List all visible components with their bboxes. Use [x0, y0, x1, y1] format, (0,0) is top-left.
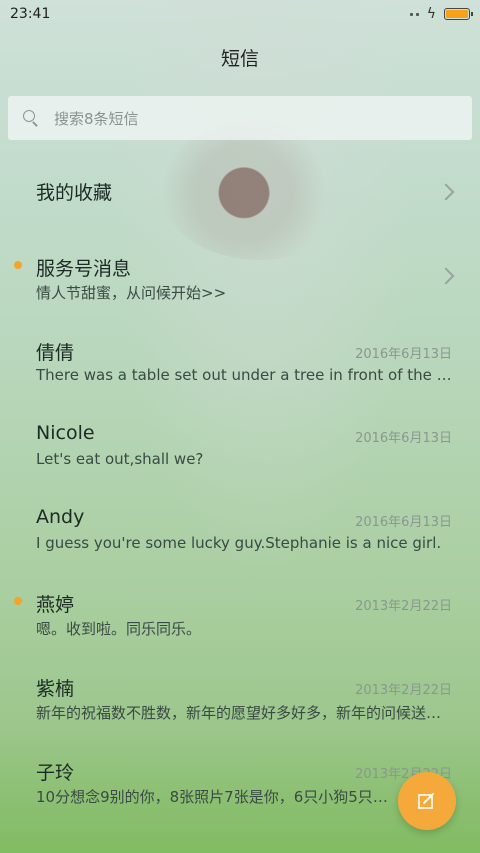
chevron-right-icon — [437, 183, 455, 201]
conversation-preview: Let's eat out,shall we? — [36, 450, 204, 468]
conversation-date: 2013年2月22日 — [355, 599, 452, 614]
status-icons: ϟ — [409, 6, 473, 22]
search-input[interactable]: 搜索8条短信 — [8, 96, 472, 140]
conversation-title: 燕婷 — [36, 594, 75, 616]
conversation-list: 我的收藏 服务号消息 情人节甜蜜，从问候开始>> 倩倩 2016年6月13日 T… — [0, 148, 480, 820]
search-icon — [22, 109, 40, 127]
conversation-title: 倩倩 — [36, 342, 75, 364]
unread-dot — [14, 597, 22, 605]
list-item-conversation[interactable]: Andy 2016年6月13日 I guess you're some luck… — [0, 484, 480, 568]
conversation-date: 2013年2月22日 — [355, 683, 452, 698]
compose-icon — [418, 793, 434, 809]
conversation-preview: 情人节甜蜜，从问候开始>> — [36, 284, 227, 302]
conversation-title: 我的收藏 — [36, 182, 113, 204]
chevron-right-icon — [437, 267, 455, 285]
conversation-preview: I guess you're some lucky guy.Stephanie … — [36, 534, 442, 552]
conversation-title: 服务号消息 — [36, 258, 132, 280]
list-item-favorites[interactable]: 我的收藏 — [0, 148, 480, 232]
conversation-preview: 新年的祝福数不胜数，新年的愿望好多好多，新年的问候送给你 — [36, 704, 454, 722]
conversation-title: Nicole — [36, 422, 95, 444]
list-item-conversation[interactable]: 燕婷 2013年2月22日 嗯。收到啦。同乐同乐。 — [0, 568, 480, 652]
list-item-conversation[interactable]: Nicole 2016年6月13日 Let's eat out,shall we… — [0, 400, 480, 484]
conversation-preview: 嗯。收到啦。同乐同乐。 — [36, 620, 202, 638]
unread-dot — [14, 261, 22, 269]
list-item-conversation[interactable]: 倩倩 2016年6月13日 There was a table set out … — [0, 316, 480, 400]
page-title: 短信 — [220, 48, 259, 70]
conversation-preview: There was a table set out under a tree i… — [36, 366, 454, 384]
conversation-date: 2016年6月13日 — [355, 431, 452, 446]
battery-icon — [444, 8, 473, 20]
conversation-title: 子玲 — [36, 762, 75, 784]
compose-button[interactable] — [398, 772, 456, 830]
list-item-service-messages[interactable]: 服务号消息 情人节甜蜜，从问候开始>> — [0, 232, 480, 316]
conversation-title: Andy — [36, 506, 85, 528]
conversation-date: 2016年6月13日 — [355, 347, 452, 362]
charging-icon: ϟ — [426, 6, 436, 22]
status-bar: 23:41 ϟ — [0, 0, 480, 28]
status-time: 23:41 — [10, 6, 51, 22]
search-placeholder: 搜索8条短信 — [54, 109, 139, 128]
signal-icon — [409, 12, 419, 16]
conversation-preview: 10分想念9别的你，8张照片7张是你，6只小狗5只像你 — [36, 788, 396, 806]
list-item-conversation[interactable]: 紫楠 2013年2月22日 新年的祝福数不胜数，新年的愿望好多好多，新年的问候送… — [0, 652, 480, 736]
conversation-title: 紫楠 — [36, 678, 75, 700]
conversation-date: 2016年6月13日 — [355, 515, 452, 530]
